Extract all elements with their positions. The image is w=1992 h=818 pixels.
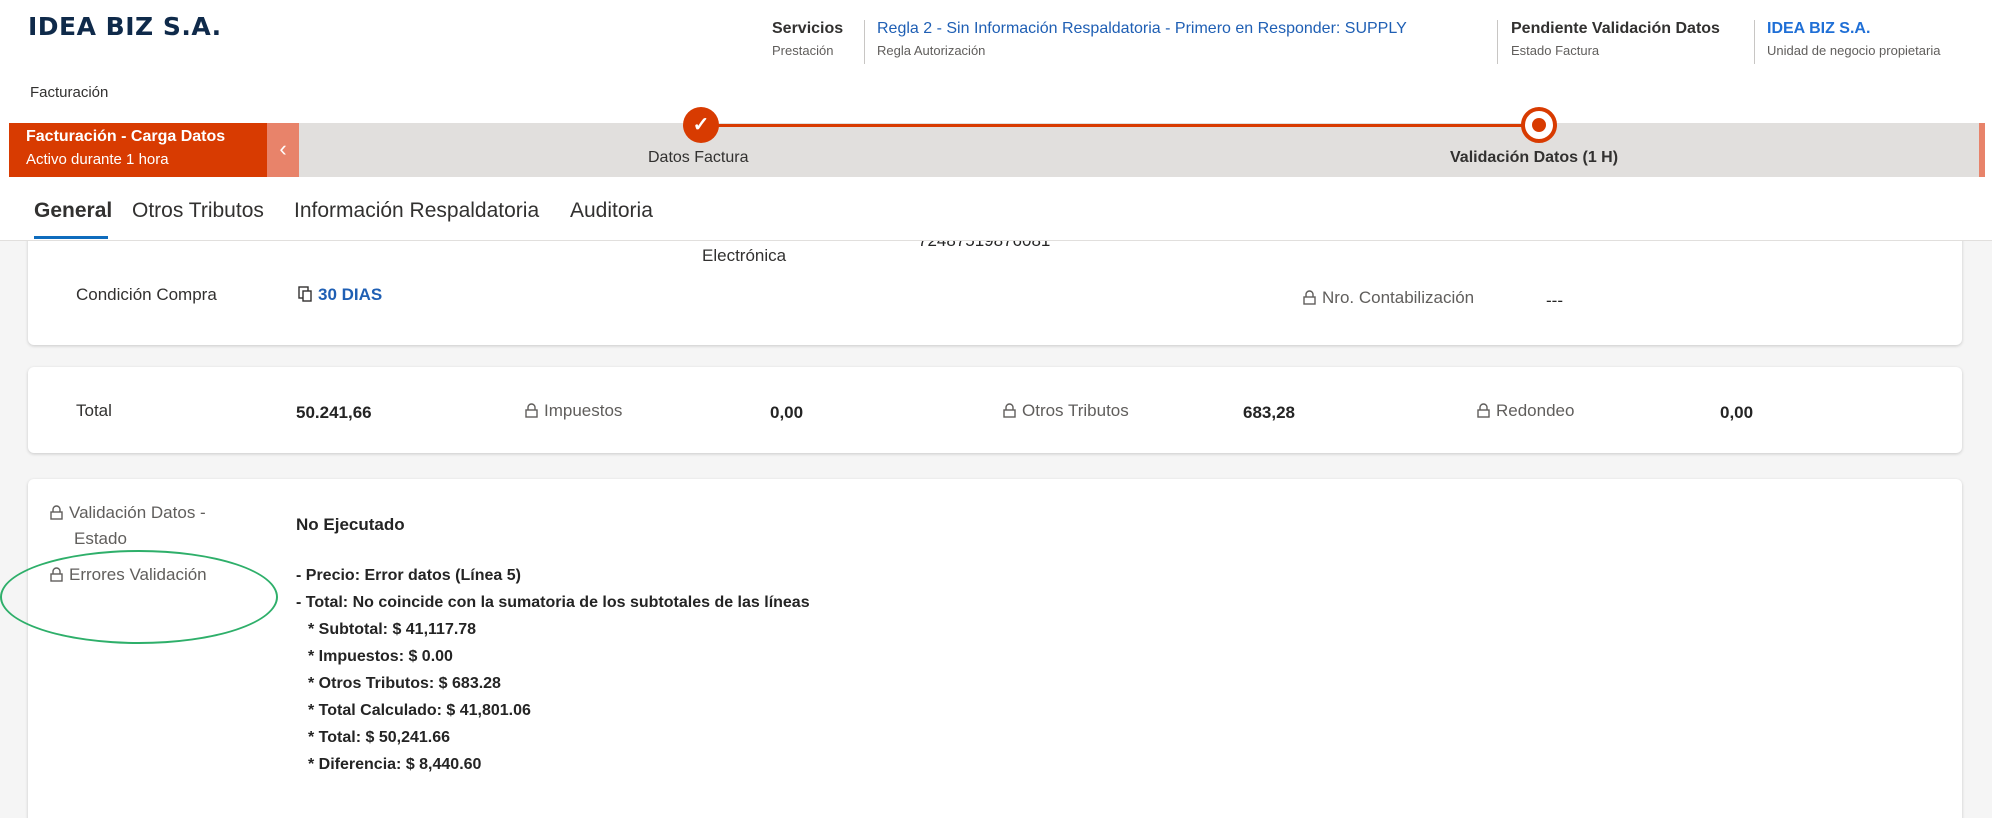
lock-icon (1477, 403, 1490, 418)
process-bar-edge (1979, 123, 1985, 177)
owner-value-link[interactable]: IDEA BIZ S.A. (1767, 20, 1940, 38)
condicion-compra-link[interactable]: 30 DIAS (318, 285, 382, 304)
entity-name: Facturación (30, 84, 109, 101)
chevron-left-icon[interactable]: ‹ (267, 123, 299, 177)
header-divider (1497, 20, 1498, 64)
form-section-validacion: Validación Datos - Estado No Ejecutado E… (28, 479, 1962, 818)
stage-label-validacion-datos[interactable]: Validación Datos (1 H) (1450, 149, 1618, 167)
form-section-general: Electrónica 72487519876081 Condición Com… (28, 241, 1962, 345)
total-label: Total (76, 401, 112, 420)
estado-value: Pendiente Validación Datos (1511, 20, 1720, 37)
validacion-estado-label: Validación Datos - (50, 503, 206, 523)
header-divider (864, 20, 865, 64)
error-line: * Total: $ 50,241.66 (308, 729, 450, 746)
otros-tributos-text: Otros Tributos (1022, 401, 1129, 420)
otros-tributos-label: Otros Tributos (1003, 401, 1129, 421)
partial-field-value: 72487519876081 (918, 241, 1050, 251)
stage-label-datos-factura[interactable]: Datos Factura (648, 149, 748, 167)
error-line: * Diferencia: $ 8,440.60 (308, 756, 482, 773)
nro-contabilizacion-value: --- (1546, 291, 1563, 310)
redondeo-label: Redondeo (1477, 401, 1574, 421)
validacion-estado-value: No Ejecutado (296, 515, 405, 534)
impuestos-text: Impuestos (544, 401, 623, 420)
header-field-regla[interactable]: Regla 2 - Sin Información Respaldatoria … (877, 20, 1407, 58)
error-line: - Total: No coincide con la sumatoria de… (296, 594, 810, 611)
checkmark-icon[interactable]: ✓ (683, 107, 719, 143)
otros-tributos-value: 683,28 (1243, 403, 1295, 422)
lock-icon (1303, 290, 1316, 305)
form-content[interactable]: Electrónica 72487519876081 Condición Com… (0, 241, 1992, 818)
regla-value-link[interactable]: Regla 2 - Sin Información Respaldatoria … (877, 20, 1407, 38)
total-value[interactable]: 50.241,66 (296, 403, 372, 423)
nro-contabilizacion-label: Nro. Contabilización (1303, 288, 1474, 308)
impuestos-value: 0,00 (770, 403, 804, 422)
error-line: * Total Calculado: $ 41,801.06 (308, 702, 531, 719)
highlight-annotation (0, 550, 278, 644)
tab-auditoria[interactable]: Auditoria (570, 199, 653, 223)
tab-informacion-respaldatoria[interactable]: Información Respaldatoria (294, 199, 539, 223)
form-section-totales: Total 50.241,66 Impuestos 0,00 Otros Tri… (28, 367, 1962, 453)
header-field-estado: Pendiente Validación Datos Estado Factur… (1511, 20, 1720, 58)
prestacion-label: Prestación (772, 43, 834, 58)
regla-label: Regla Autorización (877, 43, 986, 58)
active-stage-name: Facturación - Carga Datos (26, 128, 226, 145)
redondeo-text: Redondeo (1496, 401, 1575, 420)
header-field-owner[interactable]: IDEA BIZ S.A. Unidad de negocio propieta… (1767, 20, 1940, 58)
owner-label: Unidad de negocio propietaria (1767, 43, 1941, 58)
partial-field-label: Electrónica (702, 246, 787, 265)
impuestos-label: Impuestos (525, 401, 622, 421)
process-bar (9, 123, 1984, 177)
active-stage-flyout[interactable]: Facturación - Carga Datos Activo durante… (9, 123, 267, 177)
lock-icon (525, 403, 538, 418)
company-name: IDEA BIZ S.A. (28, 12, 222, 41)
active-stage-duration: Activo durante 1 hora (26, 151, 169, 168)
lock-icon (50, 505, 63, 520)
prestacion-value: Servicios (772, 20, 844, 37)
condicion-compra-field[interactable]: 30 DIAS (298, 285, 382, 305)
lock-icon (1003, 403, 1016, 418)
header-field-prestacion: Servicios Prestación (772, 20, 843, 58)
estado-label: Estado Factura (1511, 43, 1600, 58)
header-divider (1754, 20, 1755, 64)
condicion-compra-label: Condición Compra (76, 285, 217, 304)
current-stage-icon[interactable] (1521, 107, 1557, 143)
redondeo-value: 0,00 (1720, 403, 1754, 422)
error-line: - Precio: Error datos (Línea 5) (296, 567, 521, 584)
error-line: * Impuestos: $ 0.00 (308, 648, 453, 665)
error-line: * Subtotal: $ 41,117.78 (308, 621, 477, 638)
nro-contabilizacion-text: Nro. Contabilización (1322, 288, 1475, 307)
validacion-estado-text-1: Validación Datos - (69, 503, 206, 522)
validacion-estado-text-2: Estado (74, 529, 127, 548)
current-stage-dot (1532, 118, 1546, 132)
tab-general[interactable]: General (34, 199, 112, 223)
record-link-icon (298, 286, 312, 302)
tab-otros-tributos[interactable]: Otros Tributos (132, 199, 264, 223)
active-tab-indicator (34, 236, 108, 239)
error-line: * Otros Tributos: $ 683.28 (308, 675, 501, 692)
process-connector (702, 124, 1542, 127)
